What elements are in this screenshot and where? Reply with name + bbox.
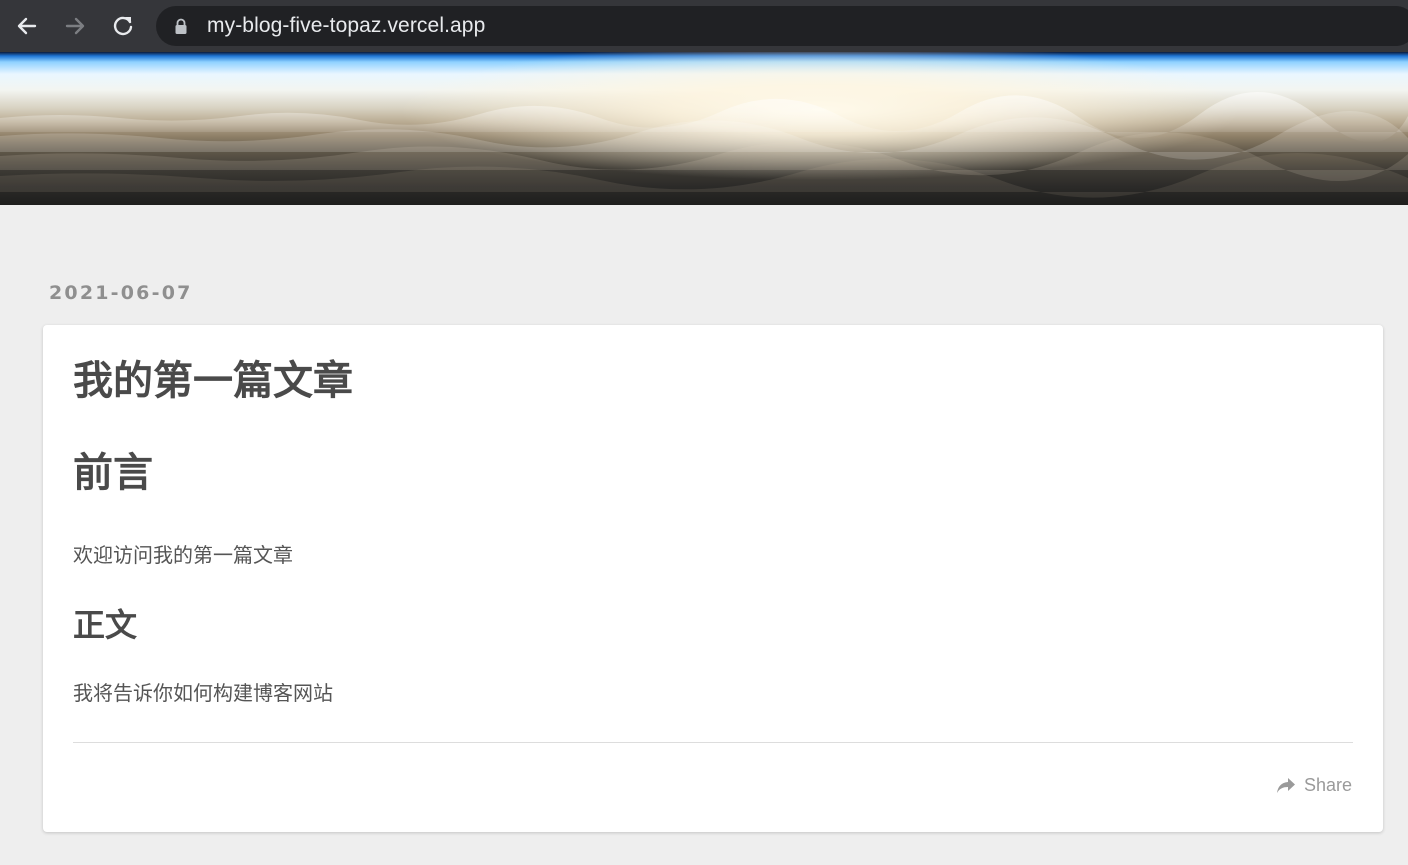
- share-label: Share: [1303, 775, 1352, 795]
- back-button[interactable]: [11, 10, 43, 42]
- reload-icon: [113, 16, 133, 36]
- browser-toolbar: my-blog-five-topaz.vercel.app: [0, 0, 1408, 52]
- url-text: my-blog-five-topaz.vercel.app: [207, 14, 486, 37]
- share-button[interactable]: Share: [1276, 775, 1352, 796]
- post-date: 2021-06-07: [49, 282, 193, 304]
- intro-paragraph: 欢迎访问我的第一篇文章: [73, 543, 293, 567]
- heading-intro: 前言: [73, 450, 153, 496]
- post-title: 我的第一篇文章: [73, 358, 353, 404]
- divider: [73, 742, 1353, 743]
- header-banner-image: [0, 52, 1408, 205]
- share-icon: [1276, 777, 1295, 793]
- reload-button[interactable]: [107, 10, 139, 42]
- forward-button[interactable]: [59, 10, 91, 42]
- body-paragraph: 我将告诉你如何构建博客网站: [73, 681, 333, 705]
- back-arrow-icon: [17, 17, 37, 35]
- lock-icon: [175, 18, 187, 34]
- address-bar[interactable]: my-blog-five-topaz.vercel.app: [156, 6, 1408, 46]
- forward-arrow-icon: [65, 17, 85, 35]
- post-card: 我的第一篇文章 前言 欢迎访问我的第一篇文章 正文 我将告诉你如何构建博客网站 …: [43, 325, 1383, 832]
- cloud-layer-icon: [0, 91, 1408, 198]
- heading-body: 正文: [73, 606, 138, 644]
